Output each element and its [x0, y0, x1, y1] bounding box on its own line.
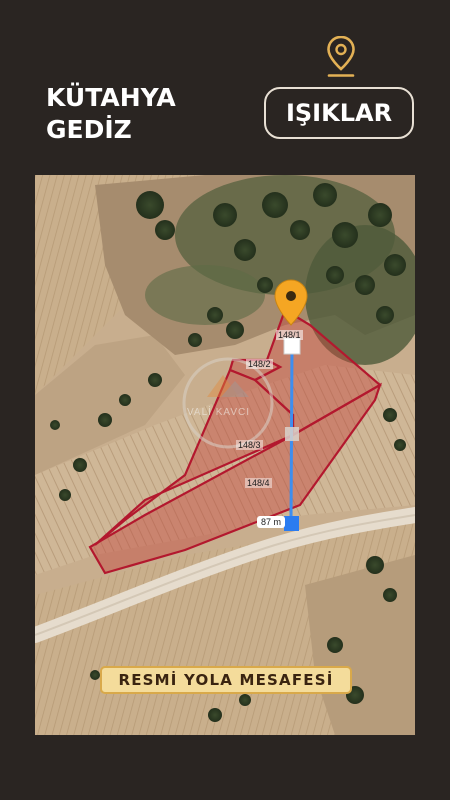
road-distance-banner: RESMİ YOLA MESAFESİ — [100, 666, 352, 694]
city-label: KÜTAHYA — [46, 83, 176, 112]
parcel-label-148-2: 148/2 — [246, 359, 273, 369]
watermark-text: VALİ KAVCI — [187, 407, 250, 418]
parcel-label-148-4: 148/4 — [245, 478, 272, 488]
location-pin-icon — [327, 36, 355, 77]
neighborhood-pill: IŞIKLAR — [264, 87, 414, 139]
satellite-map[interactable]: 148/1 148/2 148/3 148/4 87 m VALİ KAVCI — [35, 175, 415, 735]
location-title: KÜTAHYA GEDİZ — [46, 82, 176, 146]
distance-label: 87 m — [257, 516, 286, 528]
parcel-label-148-3: 148/3 — [236, 440, 263, 450]
district-label: GEDİZ — [46, 115, 132, 144]
parcel-label-148-1: 148/1 — [276, 330, 303, 340]
